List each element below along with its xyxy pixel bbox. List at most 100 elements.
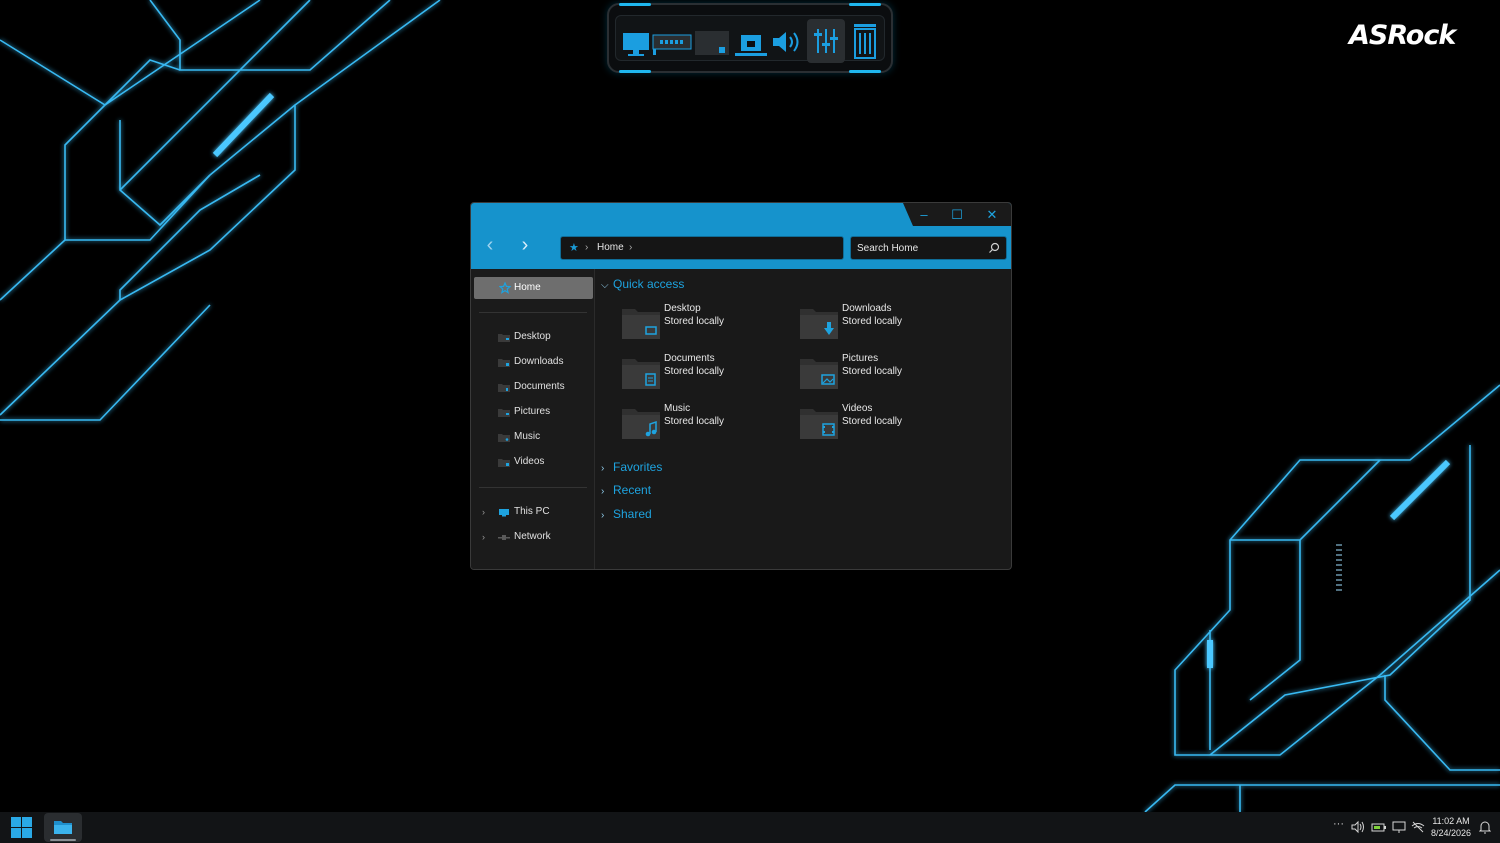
sidebar-item-label: Home <box>514 282 541 293</box>
expand-chevron-icon: › <box>601 463 605 474</box>
file-explorer-window: – ☐ ✕ ‹ › ★ › Home › Home Desktop <box>470 202 1012 570</box>
divider <box>479 487 587 488</box>
search-icon[interactable] <box>987 241 1001 255</box>
sidebar-item-label: Downloads <box>514 356 564 367</box>
computer-icon <box>499 509 509 517</box>
battery-icon[interactable] <box>1371 820 1387 834</box>
group-favorites[interactable]: › Favorites <box>601 458 662 476</box>
network-icon <box>498 535 510 540</box>
group-shared[interactable]: › Shared <box>601 505 652 523</box>
expand-chevron-icon[interactable]: › <box>482 527 485 547</box>
search-input[interactable] <box>850 236 1007 260</box>
tile-pictures[interactable]: Pictures Stored locally <box>800 353 970 395</box>
sidebar-item-videos[interactable]: Videos <box>471 452 593 472</box>
sidebar-item-pictures[interactable]: Pictures <box>471 402 593 422</box>
tile-status: Stored locally <box>664 366 725 377</box>
tile-name: Documents <box>664 353 715 364</box>
breadcrumb-home[interactable]: Home <box>597 237 624 259</box>
sidebar-item-desktop[interactable]: Desktop <box>471 327 593 347</box>
expand-chevron-icon: › <box>601 486 605 497</box>
clock-time: 11:02 AM <box>1432 816 1470 826</box>
maximize-button[interactable]: ☐ <box>947 207 967 223</box>
taskbar: ··· 11:02 AM 8/24/2026 <box>0 812 1500 843</box>
tile-desktop[interactable]: Desktop Stored locally <box>622 303 792 345</box>
tile-documents[interactable]: Documents Stored locally <box>622 353 792 395</box>
drive-icon[interactable] <box>693 23 733 61</box>
tile-name: Music <box>664 403 691 414</box>
star-icon: ★ <box>569 242 579 254</box>
navigation-pane: Home Desktop Downloads Documents Picture… <box>471 269 595 569</box>
dock-accent <box>849 3 881 6</box>
forward-button[interactable]: › <box>514 233 536 257</box>
document-icon <box>622 359 660 389</box>
sidebar-item-label: This PC <box>514 506 550 517</box>
tile-name: Videos <box>842 403 873 414</box>
tile-name: Pictures <box>842 353 879 364</box>
sidebar-item-label: Desktop <box>514 331 551 342</box>
running-indicator <box>50 839 76 841</box>
tile-status: Stored locally <box>842 416 903 427</box>
speaker-icon[interactable] <box>769 23 805 61</box>
dock-accent <box>619 70 651 73</box>
display-icon[interactable] <box>1392 820 1406 834</box>
sidebar-item-downloads[interactable]: Downloads <box>471 352 593 372</box>
tile-downloads[interactable]: Downloads Stored locally <box>800 303 970 345</box>
group-label: Favorites <box>613 460 663 474</box>
taskbar-clock[interactable]: 11:02 AM 8/24/2026 <box>1426 815 1476 839</box>
network-icon[interactable] <box>731 23 771 61</box>
graphics-card-icon[interactable] <box>651 23 695 61</box>
folder-icon <box>498 409 510 417</box>
tile-name: Downloads <box>842 303 892 314</box>
tile-status: Stored locally <box>664 316 725 327</box>
tile-name: Desktop <box>664 303 701 314</box>
sidebar-item-label: Videos <box>514 456 545 467</box>
expand-chevron-icon: › <box>601 510 605 521</box>
address-bar[interactable]: ★ › Home › <box>560 236 844 260</box>
tile-music[interactable]: Music Stored locally <box>622 403 792 445</box>
equalizer-icon <box>814 29 838 53</box>
group-label: Shared <box>613 507 652 521</box>
group-label: Quick access <box>613 277 685 291</box>
music-note-icon <box>622 409 660 439</box>
picture-icon <box>800 359 838 389</box>
hidden-icons-button[interactable]: ··· <box>1333 818 1344 830</box>
tile-status: Stored locally <box>842 366 903 377</box>
start-windows-icon[interactable] <box>10 816 33 839</box>
sidebar-item-documents[interactable]: Documents <box>471 377 593 397</box>
group-recent[interactable]: › Recent <box>601 481 651 499</box>
collapse-chevron-icon: ⌵ <box>601 280 609 291</box>
tile-status: Stored locally <box>842 316 903 327</box>
sidebar-item-label: Pictures <box>514 406 551 417</box>
group-quick-access[interactable]: ⌵ Quick access <box>601 275 684 293</box>
sidebar-item-label: Network <box>514 531 551 542</box>
expand-chevron-icon[interactable]: › <box>482 502 485 522</box>
monitor-icon[interactable] <box>621 23 655 61</box>
equalizer-button[interactable] <box>807 19 845 63</box>
group-label: Recent <box>613 483 652 497</box>
taskbar-file-explorer[interactable] <box>44 813 82 842</box>
sidebar-item-home[interactable]: Home <box>474 277 593 299</box>
close-button[interactable]: ✕ <box>982 207 1002 223</box>
folder-icon <box>54 821 72 834</box>
volume-icon[interactable] <box>1351 820 1365 834</box>
system-dock <box>607 3 893 73</box>
asrock-logo: ASRock <box>1349 20 1456 51</box>
folder-icon <box>498 384 510 392</box>
divider <box>479 312 587 313</box>
folder-icon <box>498 359 510 367</box>
tile-videos[interactable]: Videos Stored locally <box>800 403 970 445</box>
minimize-button[interactable]: – <box>914 207 934 223</box>
desktop-icon <box>622 309 660 339</box>
sidebar-item-network[interactable]: › Network <box>471 527 593 547</box>
network-off-icon[interactable] <box>1411 820 1425 834</box>
sidebar-item-label: Documents <box>514 381 565 392</box>
dock-accent <box>849 70 881 73</box>
folder-icon <box>498 459 510 467</box>
recycle-bin-icon[interactable] <box>847 19 883 63</box>
sidebar-item-this-pc[interactable]: › This PC <box>471 502 593 522</box>
title-bar: – ☐ ✕ ‹ › ★ › Home › <box>471 203 1011 269</box>
notification-bell-icon[interactable] <box>1479 820 1491 834</box>
sidebar-item-music[interactable]: Music <box>471 427 593 447</box>
clock-date: 8/24/2026 <box>1430 828 1472 838</box>
back-button[interactable]: ‹ <box>479 233 501 257</box>
